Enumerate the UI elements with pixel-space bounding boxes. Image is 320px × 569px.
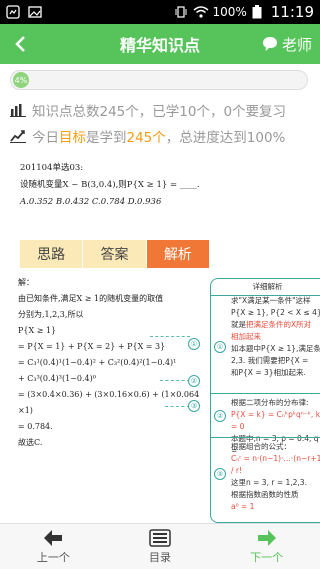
step-marker-1[interactable]: ①: [188, 338, 200, 350]
goal-prefix: 今日: [32, 130, 59, 146]
step-marker-3[interactable]: ③: [188, 400, 200, 412]
goal-mid: 是学到: [86, 130, 127, 146]
solution-text: 解： 由已知条件,满足X ≥ 1的随机变量的取值 分别为,1,2,3,所以 P{…: [18, 275, 200, 451]
detail-line: 求"X满足某一条件"这样: [231, 296, 311, 305]
question-id: 201104单选03:: [20, 163, 84, 173]
image-icon: [28, 5, 42, 19]
next-label: 下一个: [250, 550, 284, 564]
status-bar: 100% 11:19: [0, 0, 320, 24]
solution-line: 分别为,1,2,3,所以: [18, 310, 84, 319]
connector-line: [160, 380, 190, 381]
detail-line-highlight: 把满足条件的X所对: [246, 320, 312, 329]
solution-line: = 0.784.: [18, 422, 53, 431]
connector-line: [150, 336, 190, 337]
solution-line: = P{X = 1} + P{X = 2} + P{X = 3}: [18, 342, 166, 351]
solution-line: = (3×0.4×0.36) + (3×0.16×0.6) + (1×0.064: [18, 390, 200, 399]
list-icon: [149, 528, 171, 547]
goal-number: 245个: [126, 130, 166, 146]
stats-summary: 知识点总数245个，已学10个，0个要复习: [10, 100, 286, 120]
app-header: 精华知识点 老师: [0, 24, 320, 64]
detail-line: 根据二项分布的分布律:: [231, 398, 309, 407]
question-block: 201104单选03: 设随机变量X ~ B(3,0.4),则P{X ≥ 1} …: [20, 160, 310, 211]
teacher-button[interactable]: 老师: [261, 34, 320, 55]
detail-num: ③: [214, 468, 226, 480]
wifi-icon: [193, 5, 209, 19]
progress-bar: 4%: [10, 70, 308, 90]
detail-line-highlight: P{X = k} = Cₙᵏpᵏqⁿ⁻ᵏ, k = 0: [231, 410, 320, 431]
detail-line: 2,3. 我们需要把P{X =: [231, 356, 309, 365]
solution-line: = C₃¹(0.4)¹(1−0.4)² + C₃²(0.4)²(1−0.4)¹: [18, 358, 177, 367]
today-goal: 今日目标是学到245个，总进度达到100%: [10, 126, 285, 146]
solution-line: 故选C.: [18, 438, 43, 447]
chat-bubble-icon: [262, 37, 277, 51]
progress-knob: 4%: [13, 72, 29, 88]
teacher-label: 老师: [281, 35, 312, 54]
detail-text: 根据组合的公式： Cₙʳ = n·(n−1)·…·(n−r+1) / r! 这里…: [231, 441, 320, 513]
next-button[interactable]: 下一个: [213, 524, 320, 569]
detail-line: 根据指数函数的性质: [231, 490, 299, 499]
detail-panel: 详细解析 ① 求"X满足某一条件"这样 P{X ≥ 1}, P{2 < X ≤ …: [210, 278, 320, 523]
detail-item-1: ① 求"X满足某一条件"这样 P{X ≥ 1}, P{2 < X ≤ 4}, 就…: [211, 293, 320, 393]
detail-line-highlight: a⁰ = 1: [231, 502, 255, 511]
solution-line: + C₃³(0.4)³(1−0.4)⁰: [18, 374, 96, 383]
battery-icon: [252, 5, 266, 19]
goal-suffix: ，总进度达到100%: [165, 130, 286, 146]
question-stem: 设随机变量X ~ B(3,0.4),则P{X ≥ 1} = ____.: [20, 180, 200, 190]
detail-text: 求"X满足某一条件"这样 P{X ≥ 1}, P{2 < X ≤ 4}, 就是把…: [231, 295, 320, 379]
step-marker-2[interactable]: ②: [188, 375, 200, 387]
arrow-left-icon: [44, 529, 63, 546]
catalog-button[interactable]: 目录: [107, 524, 214, 569]
prev-label: 上一个: [36, 550, 70, 564]
detail-line: 和P{X = 3}相加起来.: [231, 368, 306, 377]
tab-analysis[interactable]: 解析: [146, 240, 210, 268]
tab-answer[interactable]: 答案: [83, 240, 147, 268]
detail-line: P{X ≥ 1}, P{2 < X ≤ 4},: [231, 308, 320, 317]
trend-chart-icon: [10, 130, 26, 143]
vibrate-icon: [174, 5, 188, 19]
solution-line: 由已知条件,满足X ≥ 1的随机变量的取值: [18, 294, 164, 303]
detail-line: 根据组合的公式：: [231, 442, 291, 451]
detail-line-highlight: Cₙʳ = n·(n−1)·…·(n−r+1) / r!: [231, 454, 320, 475]
detail-num: ①: [214, 341, 226, 353]
detail-item-3: ③ 根据组合的公式： Cₙʳ = n·(n−1)·…·(n−r+1) / r! …: [211, 437, 320, 522]
tab-approach[interactable]: 思路: [20, 240, 84, 268]
bottom-nav: 上一个 目录 下一个: [0, 523, 320, 569]
clock: 11:19: [270, 3, 314, 21]
answer-tabs: 思路 答案 解析: [20, 240, 210, 268]
detail-num: ②: [214, 410, 226, 422]
connector-line: [165, 406, 190, 407]
detail-line: 这里n = 3, r = 1,2,3.: [231, 478, 307, 487]
stats-text: 知识点总数245个，已学10个，0个要复习: [32, 104, 287, 120]
detail-line-highlight: 相加起来: [231, 332, 261, 341]
goal-highlight: 目标: [59, 130, 86, 146]
prev-button[interactable]: 上一个: [0, 524, 107, 569]
question-options: A.0.352 B.0.432 C.0.784 D.0.936: [20, 197, 162, 207]
battery-percent: 100%: [212, 5, 247, 19]
solution-line: 解：: [18, 278, 34, 287]
arrow-right-icon: [257, 529, 276, 546]
detail-item-2: ② 根据二项分布的分布律: P{X = k} = Cₙᵏpᵏqⁿ⁻ᵏ, k = …: [211, 393, 320, 455]
notification-icon: [6, 5, 20, 19]
detail-line: 就是: [231, 320, 246, 329]
catalog-label: 目录: [149, 550, 171, 564]
bar-chart-icon: [10, 104, 26, 117]
detail-line: 如本题中P{X ≥ 1},满足条: [231, 344, 320, 353]
back-button[interactable]: [0, 24, 40, 64]
chevron-left-icon: [15, 36, 25, 52]
